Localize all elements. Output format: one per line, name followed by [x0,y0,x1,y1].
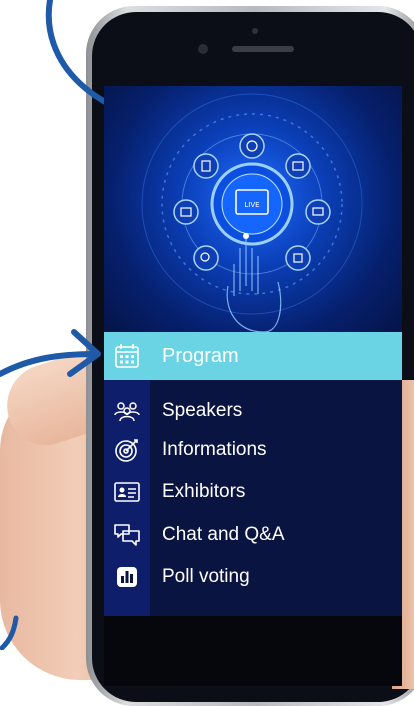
proximity-sensor [252,28,258,34]
menu-item-poll-label: Poll voting [162,566,250,587]
arrow-program-icon [0,329,101,377]
menu-item-chat[interactable]: Chat and Q&A [104,515,402,555]
target-icon [104,430,150,470]
menu-item-speakers[interactable]: Speakers [104,391,402,431]
bar-chart-icon [104,557,150,597]
hero-tech-graphic: LIVE [141,93,363,332]
hero-banner: LIVE [104,86,402,332]
menu-item-chat-label: Chat and Q&A [162,524,285,545]
menu-item-speakers-label: Speakers [162,400,243,421]
calendar-icon [104,336,150,376]
menu-item-poll[interactable]: Poll voting [104,557,402,597]
menu-item-informations-label: Informations [162,439,267,460]
live-badge: LIVE [244,201,259,209]
earpiece-speaker [232,46,294,52]
menu-item-program-label: Program [162,344,239,367]
menu-item-exhibitors-label: Exhibitors [162,481,246,502]
menu-item-informations[interactable]: Informations [104,430,402,470]
people-icon [104,391,150,431]
id-card-icon [104,472,150,512]
app-screen: LIVE Program Speakers Informations Exhib… [104,86,402,616]
menu-item-exhibitors[interactable]: Exhibitors [104,472,402,512]
arrow-bottom-icon [0,615,19,650]
menu-item-program[interactable]: Program [104,336,402,376]
chat-icon [104,515,150,555]
screen-bottom-area [104,616,402,686]
